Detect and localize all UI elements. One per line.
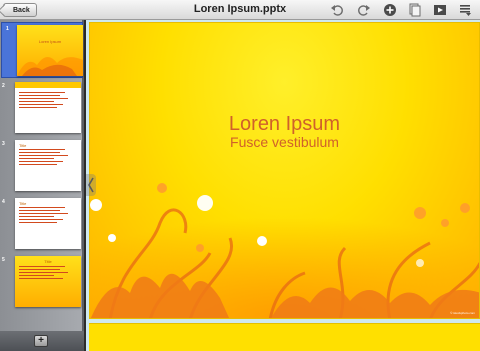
slide-preview: Title bbox=[15, 198, 81, 249]
play-icon[interactable] bbox=[433, 3, 447, 17]
slide-preview: Title bbox=[15, 140, 81, 191]
slides-icon[interactable] bbox=[408, 3, 422, 17]
slide-thumbnail[interactable]: 1 Loren Ipsum bbox=[1, 22, 83, 78]
slide-preview: Loren Ipsum bbox=[17, 25, 83, 76]
app-window: Back Loren Ipsum.pptx 1 Loren Ipsum 2 3 … bbox=[0, 0, 480, 351]
slide-thumbnail[interactable]: 4 Title bbox=[2, 198, 81, 250]
slide-header-strip bbox=[15, 82, 81, 88]
add-icon[interactable] bbox=[383, 3, 397, 17]
chevron-left-icon bbox=[88, 177, 94, 193]
slide-number: 1 bbox=[6, 26, 9, 32]
top-toolbar: Back Loren Ipsum.pptx bbox=[0, 0, 480, 20]
slide-sidebar: 1 Loren Ipsum 2 3 Title 4 Title 5 Title … bbox=[0, 20, 84, 351]
slide-subtitle[interactable]: Fusce vestibulum bbox=[90, 134, 479, 150]
slide-text-lines bbox=[19, 92, 77, 110]
settings-icon[interactable] bbox=[458, 3, 472, 17]
add-slide-button[interactable]: + bbox=[34, 335, 48, 347]
slide-thumbnail[interactable]: 2 bbox=[2, 82, 81, 134]
slide-title[interactable]: Loren Ipsum bbox=[90, 113, 479, 136]
slide-number: 4 bbox=[2, 199, 5, 205]
slide-thumbnail[interactable]: 3 Title bbox=[2, 140, 81, 192]
slide-text-lines bbox=[19, 207, 77, 225]
floral-decoration-icon bbox=[17, 56, 83, 76]
redo-icon[interactable] bbox=[357, 3, 371, 17]
current-slide[interactable]: Loren Ipsum Fusce vestibulum © istockpho… bbox=[89, 22, 480, 319]
slide-editor: Loren Ipsum Fusce vestibulum © istockpho… bbox=[86, 20, 480, 351]
slide-number: 3 bbox=[2, 141, 5, 147]
slide-text-lines bbox=[19, 266, 77, 281]
image-credit: © istockphoto.com bbox=[450, 311, 475, 315]
next-slide-preview[interactable] bbox=[89, 323, 480, 351]
slide-number: 2 bbox=[2, 83, 5, 89]
slide-preview: Title bbox=[15, 256, 81, 307]
slide-preview bbox=[15, 82, 81, 133]
collapse-sidebar-handle[interactable] bbox=[86, 174, 96, 196]
sidebar-footer: + bbox=[0, 331, 84, 351]
slide-thumb-title: Title bbox=[19, 143, 27, 148]
slide-thumbnail[interactable]: 5 Title bbox=[2, 256, 81, 308]
slide-number: 5 bbox=[2, 257, 5, 263]
floral-background-icon bbox=[90, 173, 479, 318]
slide-thumb-title: Title bbox=[19, 201, 27, 206]
slide-text-lines bbox=[19, 149, 77, 167]
undo-icon[interactable] bbox=[330, 3, 344, 17]
slide-thumb-title: Title bbox=[44, 259, 52, 264]
